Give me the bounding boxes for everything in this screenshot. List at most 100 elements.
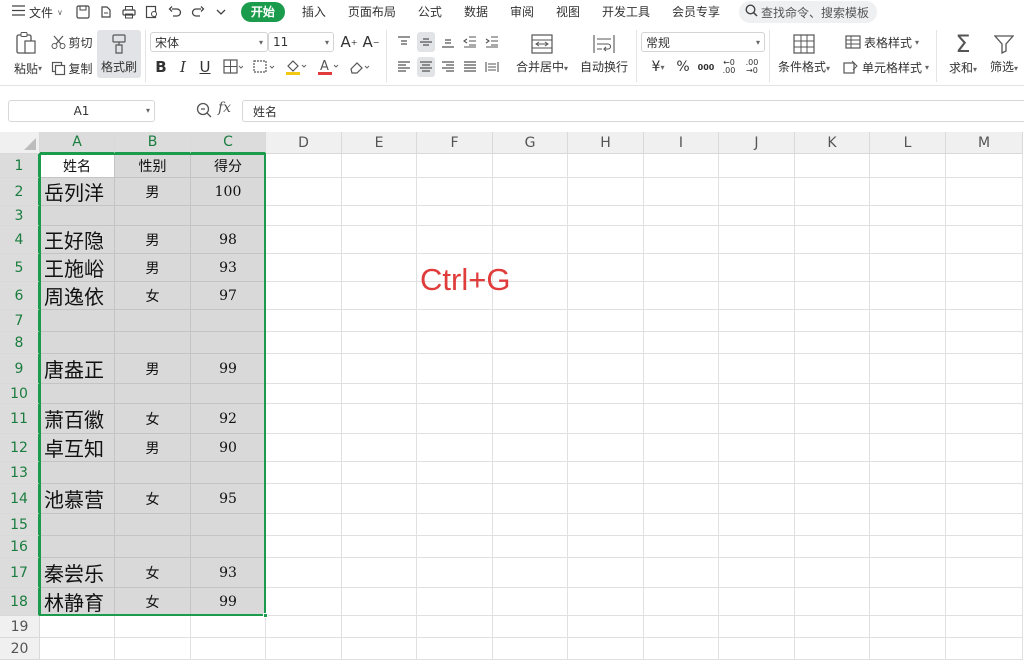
- cell-m18[interactable]: [946, 588, 1023, 616]
- cell-k5[interactable]: [795, 254, 870, 282]
- cell-d12[interactable]: [266, 434, 342, 462]
- cell-d15[interactable]: [266, 514, 342, 536]
- cell-g8[interactable]: [493, 332, 568, 354]
- cell-e1[interactable]: [342, 154, 417, 178]
- cell-l3[interactable]: [870, 206, 946, 226]
- cell-j5[interactable]: [719, 254, 795, 282]
- zoom-icon[interactable]: [196, 102, 212, 121]
- cell-h20[interactable]: [568, 638, 644, 660]
- cell-f7[interactable]: [417, 310, 493, 332]
- table-style-button[interactable]: 表格样式 ▾: [840, 32, 924, 52]
- cell-b9[interactable]: 男: [115, 354, 191, 384]
- print-preview-icon[interactable]: [144, 4, 160, 20]
- column-header-k[interactable]: K: [795, 132, 870, 154]
- cell-c15[interactable]: [191, 514, 266, 536]
- cell-m3[interactable]: [946, 206, 1023, 226]
- cell-l1[interactable]: [870, 154, 946, 178]
- cell-e11[interactable]: [342, 404, 417, 434]
- cell-g2[interactable]: [493, 178, 568, 206]
- cell-k18[interactable]: [795, 588, 870, 616]
- cell-g18[interactable]: [493, 588, 568, 616]
- cell-e10[interactable]: [342, 384, 417, 404]
- cell-b18[interactable]: 女: [115, 588, 191, 616]
- cell-e14[interactable]: [342, 484, 417, 514]
- cell-h14[interactable]: [568, 484, 644, 514]
- cell-f17[interactable]: [417, 558, 493, 588]
- cell-k19[interactable]: [795, 616, 870, 638]
- cell-d5[interactable]: [266, 254, 342, 282]
- font-color-icon[interactable]: A: [314, 57, 342, 77]
- cell-g1[interactable]: [493, 154, 568, 178]
- cell-c12[interactable]: 90: [191, 434, 266, 462]
- cell-a14[interactable]: 池慕营: [40, 484, 115, 514]
- font-size-select[interactable]: 11 ▾: [268, 32, 334, 52]
- cell-c10[interactable]: [191, 384, 266, 404]
- currency-icon[interactable]: ¥ ▾: [644, 57, 672, 77]
- cell-b6[interactable]: 女: [115, 282, 191, 310]
- cell-g7[interactable]: [493, 310, 568, 332]
- cell-k4[interactable]: [795, 226, 870, 254]
- cell-i4[interactable]: [644, 226, 719, 254]
- wrap-text-button[interactable]: 自动换行: [576, 30, 632, 78]
- cell-m11[interactable]: [946, 404, 1023, 434]
- cell-b20[interactable]: [115, 638, 191, 660]
- fill-handle[interactable]: [263, 613, 268, 618]
- row-header-11[interactable]: 11: [0, 404, 40, 434]
- cell-b17[interactable]: 女: [115, 558, 191, 588]
- cell-a17[interactable]: 秦尝乐: [40, 558, 115, 588]
- cell-e12[interactable]: [342, 434, 417, 462]
- cell-j4[interactable]: [719, 226, 795, 254]
- cell-j12[interactable]: [719, 434, 795, 462]
- cell-l7[interactable]: [870, 310, 946, 332]
- cell-j15[interactable]: [719, 514, 795, 536]
- cell-a2[interactable]: 岳列洋: [40, 178, 115, 206]
- column-header-l[interactable]: L: [870, 132, 946, 154]
- cell-c18[interactable]: 99: [191, 588, 266, 616]
- cell-d6[interactable]: [266, 282, 342, 310]
- cell-l19[interactable]: [870, 616, 946, 638]
- row-header-1[interactable]: 1: [0, 154, 40, 178]
- column-header-g[interactable]: G: [493, 132, 568, 154]
- cell-j9[interactable]: [719, 354, 795, 384]
- cell-a4[interactable]: 王好隐: [40, 226, 115, 254]
- row-header-16[interactable]: 16: [0, 536, 40, 558]
- cell-i19[interactable]: [644, 616, 719, 638]
- cell-h3[interactable]: [568, 206, 644, 226]
- cell-a20[interactable]: [40, 638, 115, 660]
- cell-f12[interactable]: [417, 434, 493, 462]
- cell-e6[interactable]: [342, 282, 417, 310]
- cell-e2[interactable]: [342, 178, 417, 206]
- cell-k2[interactable]: [795, 178, 870, 206]
- cell-m5[interactable]: [946, 254, 1023, 282]
- cell-g16[interactable]: [493, 536, 568, 558]
- cell-f8[interactable]: [417, 332, 493, 354]
- cell-d9[interactable]: [266, 354, 342, 384]
- cell-h5[interactable]: [568, 254, 644, 282]
- cell-c11[interactable]: 92: [191, 404, 266, 434]
- cell-k17[interactable]: [795, 558, 870, 588]
- align-middle-icon[interactable]: [417, 32, 435, 52]
- decrease-font-size-icon[interactable]: A −: [362, 32, 380, 52]
- cell-f3[interactable]: [417, 206, 493, 226]
- cell-e15[interactable]: [342, 514, 417, 536]
- cell-i18[interactable]: [644, 588, 719, 616]
- tab-insert[interactable]: 插入: [291, 0, 337, 24]
- cell-h19[interactable]: [568, 616, 644, 638]
- cell-b3[interactable]: [115, 206, 191, 226]
- bold-icon[interactable]: B: [152, 57, 170, 77]
- cell-j17[interactable]: [719, 558, 795, 588]
- cell-l8[interactable]: [870, 332, 946, 354]
- cell-i10[interactable]: [644, 384, 719, 404]
- cell-b4[interactable]: 男: [115, 226, 191, 254]
- cell-m10[interactable]: [946, 384, 1023, 404]
- cell-f13[interactable]: [417, 462, 493, 484]
- cell-d18[interactable]: [266, 588, 342, 616]
- column-header-h[interactable]: H: [568, 132, 644, 154]
- cell-b1[interactable]: 性别: [115, 154, 191, 178]
- cell-f2[interactable]: [417, 178, 493, 206]
- increase-indent-icon[interactable]: [483, 32, 501, 52]
- row-header-17[interactable]: 17: [0, 558, 40, 588]
- column-header-c[interactable]: C: [191, 132, 266, 154]
- cell-d19[interactable]: [266, 616, 342, 638]
- cell-g15[interactable]: [493, 514, 568, 536]
